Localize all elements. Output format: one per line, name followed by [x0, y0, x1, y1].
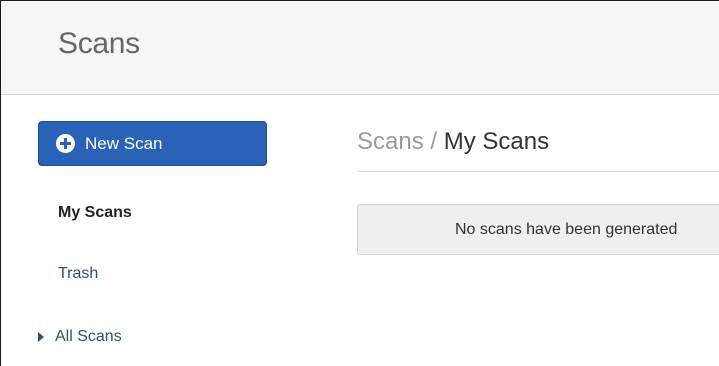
- sidebar-item-my-scans[interactable]: My Scans: [58, 204, 132, 222]
- caret-right-icon[interactable]: [38, 332, 44, 342]
- plus-circle-icon: [56, 134, 75, 153]
- sidebar-item-trash[interactable]: Trash: [58, 265, 98, 283]
- breadcrumb-separator: /: [423, 128, 444, 155]
- breadcrumb-divider: [357, 171, 719, 172]
- empty-state-text: No scans have been generated: [455, 220, 678, 238]
- breadcrumb: Scans / My Scans: [357, 128, 549, 156]
- app-window: Scans New Scan My Scans Trash All Scans …: [0, 0, 719, 366]
- page-title: Scans: [58, 27, 140, 60]
- top-bar: Scans: [1, 1, 719, 95]
- sidebar-item-label: All Scans: [55, 328, 122, 345]
- breadcrumb-parent[interactable]: Scans: [357, 128, 424, 155]
- sidebar-item-all-scans[interactable]: All Scans: [38, 328, 122, 346]
- new-scan-label: New Scan: [85, 133, 163, 153]
- new-scan-button[interactable]: New Scan: [38, 121, 267, 166]
- breadcrumb-current: My Scans: [443, 128, 550, 155]
- empty-state-message: No scans have been generated: [357, 204, 719, 255]
